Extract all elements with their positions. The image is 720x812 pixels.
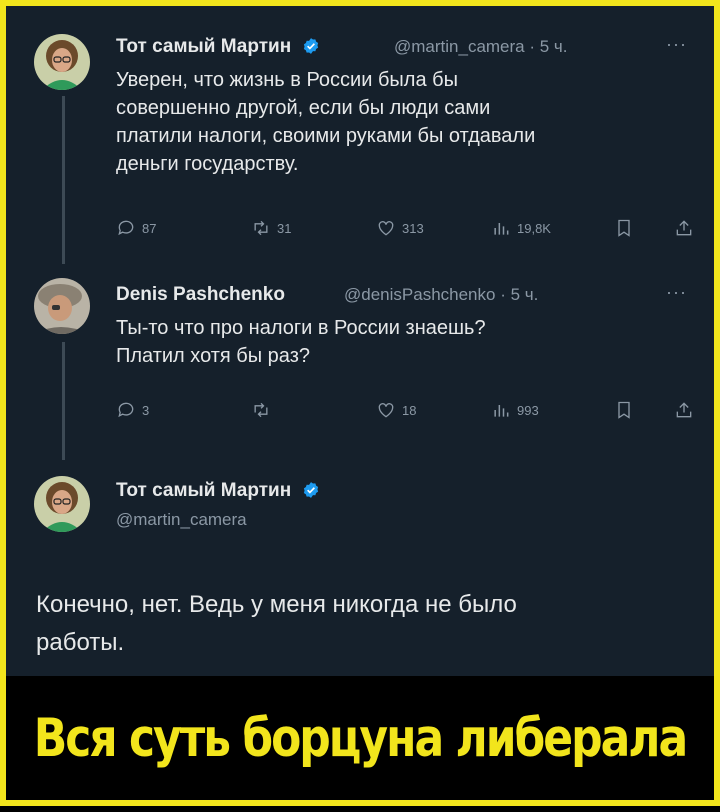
reply-icon <box>118 220 134 236</box>
tweet-text-line: платили налоги, своими руками бы отдавал… <box>116 125 536 147</box>
tweet-text-line: работы. <box>36 629 125 656</box>
reply-icon <box>118 402 134 418</box>
views-count: 19,8K <box>517 220 551 236</box>
author-handle[interactable]: @denisPashchenko · 5 ч. <box>344 285 538 305</box>
tweet-text: Конечно, нет. Ведь у меня никогда не был… <box>36 586 676 662</box>
share-icon <box>676 402 692 418</box>
reply-button[interactable]: 87 <box>116 218 156 238</box>
more-options-button[interactable]: ··· <box>666 34 687 55</box>
like-count: 18 <box>402 402 417 418</box>
views-icon <box>494 223 509 235</box>
tweet-text: Уверен, что жизнь в России была бы совер… <box>116 66 535 178</box>
bookmark-icon <box>618 401 630 419</box>
retweet-icon <box>254 402 268 418</box>
meme-caption: Вся суть борцуна либерала <box>33 707 688 769</box>
retweet-button[interactable] <box>251 400 277 420</box>
avatar-martin[interactable] <box>34 476 90 532</box>
views-icon <box>494 405 509 417</box>
tweet-text-line: Уверен, что жизнь в России была бы <box>116 69 458 91</box>
reply-count: 87 <box>142 220 157 236</box>
like-count: 313 <box>402 220 424 236</box>
tweet-text-line: Платил хотя бы раз? <box>116 345 310 367</box>
avatar-martin[interactable] <box>34 34 90 90</box>
views-button[interactable]: 19,8K <box>491 218 551 238</box>
views-button[interactable]: 993 <box>491 400 539 420</box>
author-name[interactable]: Denis Pashchenko <box>116 284 285 306</box>
author-name[interactable]: Тот самый Мартин <box>116 480 320 502</box>
retweet-count: 31 <box>277 220 292 236</box>
author-name-text: Тот самый Мартин <box>116 480 292 501</box>
verified-badge-icon <box>304 38 319 54</box>
author-name-text: Тот самый Мартин <box>116 36 292 57</box>
avatar-denis[interactable] <box>34 278 90 334</box>
tweet-text-line: Ты-то что про налоги в России знаешь? <box>116 317 486 339</box>
reply-button[interactable]: 3 <box>116 400 149 420</box>
like-icon <box>378 221 394 236</box>
thread-line <box>62 342 65 460</box>
tweet-text-line: совершенно другой, если бы люди сами <box>116 97 491 119</box>
author-handle[interactable]: @martin_camera · 5 ч. <box>394 37 568 57</box>
thread-line <box>62 96 65 264</box>
more-options-button[interactable]: ··· <box>666 282 687 303</box>
like-button[interactable]: 18 <box>376 400 416 420</box>
views-count: 993 <box>517 402 539 418</box>
author-handle[interactable]: @martin_camera <box>116 510 247 530</box>
share-button[interactable] <box>674 218 694 238</box>
like-icon <box>378 403 394 418</box>
tweet-text: Ты-то что про налоги в России знаешь? Пл… <box>116 314 486 370</box>
bookmark-button[interactable] <box>614 218 634 238</box>
author-name[interactable]: Тот самый Мартин <box>116 36 320 58</box>
retweet-button[interactable]: 31 <box>251 218 291 238</box>
tweet-text-line: Конечно, нет. Ведь у меня никогда не был… <box>36 591 517 618</box>
like-button[interactable]: 313 <box>376 218 424 238</box>
tweet-actions: 87 31 313 19,8K <box>116 218 696 242</box>
share-button[interactable] <box>674 400 694 420</box>
verified-badge-icon <box>304 482 319 498</box>
retweet-icon <box>254 220 268 236</box>
tweet-actions: 3 18 993 <box>116 400 696 424</box>
tweet-text-line: деньги государству. <box>116 153 299 175</box>
bookmark-button[interactable] <box>614 400 634 420</box>
tweet-thread: Тот самый Мартин @martin_camera · 5 ч. ·… <box>6 6 714 676</box>
bookmark-icon <box>618 219 630 237</box>
reply-count: 3 <box>142 402 150 418</box>
share-icon <box>676 220 692 236</box>
